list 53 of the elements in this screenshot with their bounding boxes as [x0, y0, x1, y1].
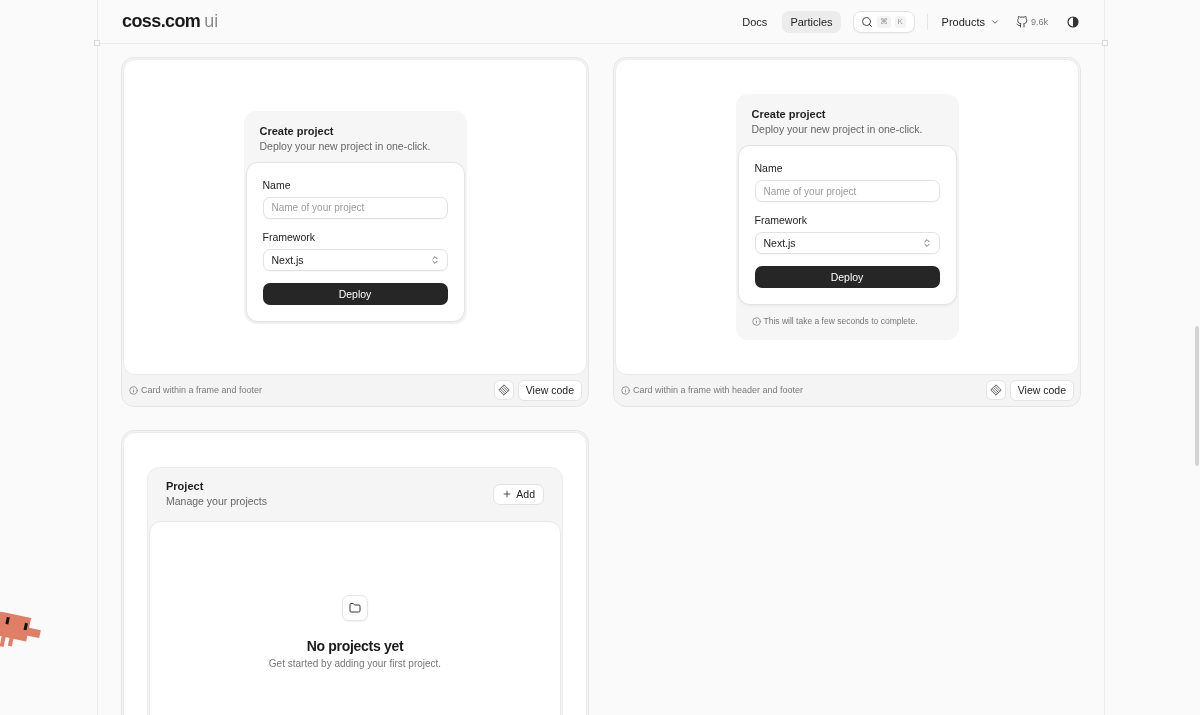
preview-icon-button[interactable] — [985, 380, 1006, 400]
info-icon — [751, 316, 761, 326]
text-input-field[interactable]: Name of your project — [262, 196, 448, 219]
text-input-field[interactable]: Name of your project — [754, 180, 940, 202]
nav-link[interactable]: Docs — [734, 10, 776, 33]
striped-diamond-icon — [497, 384, 510, 396]
corner-marker-icon — [94, 40, 100, 46]
select-value: Next.js — [763, 237, 796, 249]
select-field[interactable]: Next.js — [754, 232, 940, 254]
theme-toggle-button[interactable] — [1066, 14, 1080, 29]
deploy-button[interactable]: Deploy — [262, 282, 448, 305]
field-label: Framework — [754, 214, 808, 227]
info-icon — [621, 385, 630, 395]
chevrons-up-down-icon — [921, 238, 932, 248]
frame-description: Deploy your new project in one-click. — [751, 122, 924, 137]
contrast-icon — [1067, 15, 1079, 28]
info-icon — [129, 385, 138, 395]
scrollbar-thumb[interactable] — [1195, 326, 1199, 466]
preview-icon-button[interactable] — [493, 380, 514, 400]
card-caption: Card within a frame with header and footer — [633, 385, 804, 395]
plus-icon — [502, 489, 513, 499]
shortcut-key: K — [894, 15, 906, 28]
field-label: Name — [754, 162, 784, 175]
frame-footer-note: This will take a few seconds to complete. — [763, 316, 918, 326]
empty-state-title: No projects yet — [306, 638, 404, 654]
select-field[interactable]: Next.js — [262, 248, 448, 271]
add-button[interactable]: Add — [493, 483, 544, 505]
card-caption: Card within a frame and footer — [141, 385, 263, 395]
chevrons-up-down-icon — [429, 254, 440, 265]
github-icon[interactable] — [1016, 15, 1028, 28]
deploy-button[interactable]: Deploy — [754, 266, 940, 288]
view-code-button[interactable]: View code — [1009, 379, 1074, 401]
striped-diamond-icon — [989, 384, 1002, 396]
logo-text[interactable]: coss.com — [122, 11, 201, 32]
products-menu-button[interactable]: Products — [939, 10, 1002, 33]
corner-marker-icon — [1102, 40, 1108, 46]
nav-link[interactable]: Particles — [782, 10, 841, 33]
frame-title: Create project — [259, 123, 335, 139]
field-label: Name — [262, 178, 292, 192]
github-star-count[interactable]: 9.6k — [1031, 16, 1048, 27]
frame-description: Deploy your new project in one-click. — [259, 138, 432, 154]
search-icon — [860, 15, 873, 28]
view-code-button[interactable]: View code — [517, 379, 582, 401]
frame-description: Manage your projects — [166, 494, 267, 509]
shortcut-key: ⌘ — [876, 15, 891, 28]
empty-state-text: Get started by adding your first project. — [268, 658, 442, 669]
products-label: Products — [941, 15, 985, 28]
add-label: Add — [516, 488, 535, 500]
field-label: Framework — [262, 230, 316, 244]
frame-title: Project — [166, 479, 205, 494]
folder-icon — [342, 595, 368, 621]
select-value: Next.js — [271, 253, 304, 266]
frame-title: Create project — [751, 107, 827, 122]
